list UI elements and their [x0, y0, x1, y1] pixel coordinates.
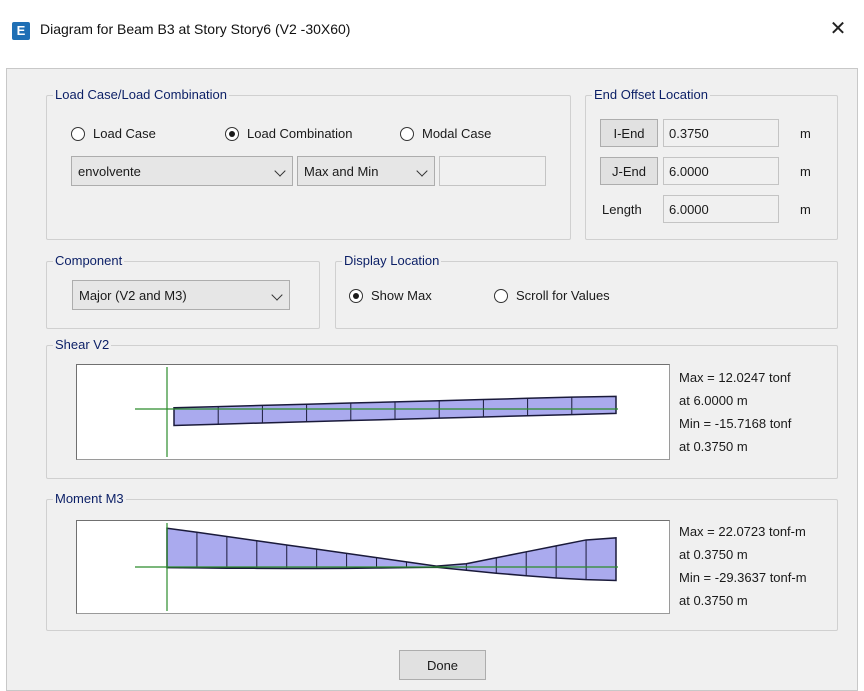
moment-info: Max = 22.0723 tonf-m at 0.3750 m Min = -…	[679, 520, 807, 612]
radio-load-case-label: Load Case	[93, 126, 156, 141]
component-select-value: Major (V2 and M3)	[79, 287, 187, 303]
radio-scroll-values[interactable]: Scroll for Values	[494, 288, 610, 303]
length-label: Length	[602, 202, 642, 217]
radio-show-max[interactable]: Show Max	[349, 288, 432, 303]
j-end-button[interactable]: J-End	[600, 157, 658, 185]
shear-diagram-plot	[135, 367, 618, 457]
moment-min-text: Min = -29.3637 tonf-m	[679, 570, 807, 585]
moment-group-title: Moment M3	[53, 491, 126, 507]
end-offset-group-title: End Offset Location	[592, 87, 710, 103]
radio-modal-case-label: Modal Case	[422, 126, 492, 141]
shear-min-location: at 0.3750 m	[679, 439, 748, 454]
radio-load-case-indicator	[71, 126, 85, 141]
shear-group-title: Shear V2	[53, 337, 112, 353]
radio-show-max-label: Show Max	[371, 288, 432, 303]
display-location-group: Display Location Show Max Scroll for Val…	[335, 253, 838, 329]
radio-load-case[interactable]: Load Case	[71, 126, 156, 141]
dialog-body: Load Case/Load Combination Load Case Loa…	[6, 68, 858, 691]
load-combination-select-value: envolvente	[78, 163, 141, 179]
moment-diagram	[76, 520, 670, 614]
chevron-down-icon	[416, 165, 428, 177]
close-button[interactable]: ✕	[826, 16, 850, 42]
moment-group: Moment M3 Max = 22.0723 tonf-m at 0.3750…	[46, 491, 838, 631]
radio-modal-case-indicator	[400, 126, 414, 141]
moment-diagram-plot	[135, 523, 618, 611]
j-end-unit: m	[800, 164, 811, 179]
chevron-down-icon	[271, 289, 283, 301]
component-group: Component Major (V2 and M3)	[46, 253, 320, 329]
i-end-unit: m	[800, 126, 811, 141]
length-field: 6.0000	[663, 195, 779, 223]
shear-min-text: Min = -15.7168 tonf	[679, 416, 792, 431]
result-type-select-value: Max and Min	[304, 163, 379, 179]
window-title: Diagram for Beam B3 at Story Story6 (V2 …	[40, 21, 351, 37]
load-case-group-title: Load Case/Load Combination	[53, 87, 230, 103]
component-select[interactable]: Major (V2 and M3)	[72, 280, 290, 310]
radio-scroll-values-label: Scroll for Values	[516, 288, 610, 303]
i-end-button[interactable]: I-End	[600, 119, 658, 147]
result-type-select[interactable]: Max and Min	[297, 156, 435, 186]
shear-group: Shear V2 Max = 12.0247 tonf at 6.0000 m …	[46, 337, 838, 479]
radio-load-combination[interactable]: Load Combination	[225, 126, 353, 141]
shear-max-location: at 6.0000 m	[679, 393, 748, 408]
done-button[interactable]: Done	[399, 650, 486, 680]
end-offset-group: End Offset Location I-End 0.3750 m J-End…	[585, 87, 838, 240]
app-logo-icon: E	[12, 22, 30, 40]
radio-load-combination-indicator	[225, 126, 239, 141]
i-end-field[interactable]: 0.3750	[663, 119, 779, 147]
radio-scroll-values-indicator	[494, 288, 508, 303]
step-field[interactable]	[439, 156, 546, 186]
moment-max-text: Max = 22.0723 tonf-m	[679, 524, 806, 539]
radio-show-max-indicator	[349, 288, 363, 303]
diagram-fill	[166, 527, 617, 582]
moment-min-location: at 0.3750 m	[679, 593, 748, 608]
radio-modal-case[interactable]: Modal Case	[400, 126, 491, 141]
load-case-group: Load Case/Load Combination Load Case Loa…	[46, 87, 571, 240]
j-end-field[interactable]: 6.0000	[663, 157, 779, 185]
shear-max-text: Max = 12.0247 tonf	[679, 370, 791, 385]
component-group-title: Component	[53, 253, 125, 269]
load-combination-select[interactable]: envolvente	[71, 156, 293, 186]
shear-diagram	[76, 364, 670, 460]
chevron-down-icon	[274, 165, 286, 177]
shear-info: Max = 12.0247 tonf at 6.0000 m Min = -15…	[679, 366, 791, 458]
title-bar: E Diagram for Beam B3 at Story Story6 (V…	[0, 0, 864, 68]
moment-max-location: at 0.3750 m	[679, 547, 748, 562]
length-unit: m	[800, 202, 811, 217]
radio-load-combination-label: Load Combination	[247, 126, 353, 141]
display-location-group-title: Display Location	[342, 253, 442, 269]
